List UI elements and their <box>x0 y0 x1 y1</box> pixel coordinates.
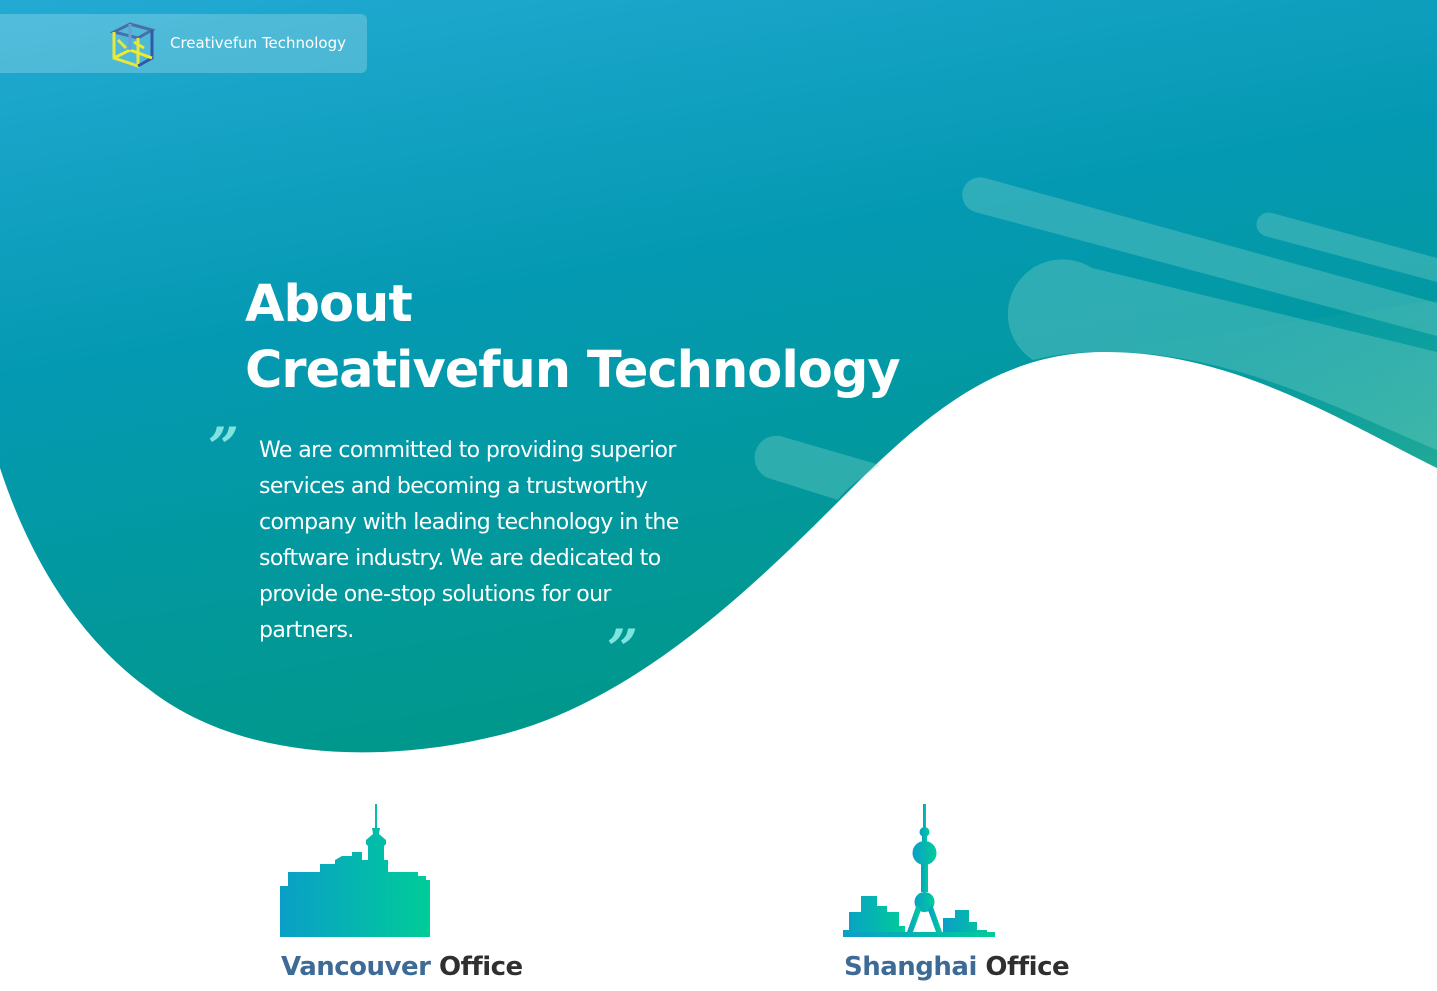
office-vancouver-label: Vancouver Office <box>281 952 523 982</box>
office-vancouver-suffix: Office <box>430 952 523 982</box>
page-title: About Creativefun Technology <box>245 272 901 404</box>
quote-open-icon: ” <box>208 415 240 479</box>
office-vancouver-city: Vancouver <box>281 952 431 982</box>
office-shanghai-label: Shanghai Office <box>844 952 1070 982</box>
page-title-line2: Creativefun Technology <box>245 341 901 400</box>
hero-background <box>0 0 1437 753</box>
about-page: Creativefun Technology About Creativefun… <box>0 0 1437 991</box>
office-shanghai-city: Shanghai <box>844 952 977 982</box>
office-shanghai-suffix: Office <box>976 952 1070 982</box>
brand-name: Creativefun Technology <box>170 34 346 52</box>
page-title-line1: About <box>245 275 413 334</box>
office-shanghai[interactable]: Shanghai Office <box>843 800 1070 982</box>
shanghai-skyline-icon <box>843 804 995 937</box>
brand-home-link[interactable]: Creativefun Technology <box>0 14 367 73</box>
quote-close-icon: ” <box>607 617 639 681</box>
vancouver-skyline-icon <box>280 804 430 937</box>
office-vancouver[interactable]: Vancouver Office <box>280 800 523 982</box>
cube-logo-icon <box>109 22 156 69</box>
